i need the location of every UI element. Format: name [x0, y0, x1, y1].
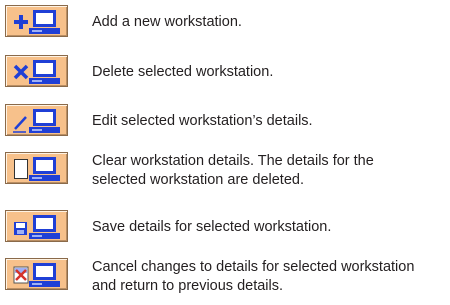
delete-workstation-button[interactable] — [5, 55, 68, 87]
description-line: Cancel changes to details for selected w… — [92, 259, 415, 275]
save-workstation-button[interactable] — [5, 210, 68, 242]
item-description: Edit selected workstation’s details. — [92, 112, 313, 131]
cancel-workstation-icon — [13, 263, 60, 287]
description-line: selected workstation are deleted. — [92, 172, 304, 188]
item-description: Save details for selected workstation. — [92, 218, 331, 237]
cancel-workstation-button[interactable] — [5, 258, 68, 290]
description-line: Delete selected workstation. — [92, 64, 274, 80]
description-line: Save details for selected workstation. — [92, 219, 332, 235]
save-workstation-icon — [14, 215, 60, 239]
clear-workstation-button[interactable] — [5, 152, 68, 184]
add-workstation-icon — [14, 10, 60, 34]
add-workstation-button[interactable] — [5, 5, 68, 37]
item-description: Add a new workstation. — [92, 13, 242, 32]
description-line: Add a new workstation. — [92, 14, 242, 30]
description-line: and return to previous details. — [92, 278, 284, 294]
delete-workstation-icon — [13, 60, 60, 84]
item-description: Delete selected workstation. — [92, 63, 273, 82]
edit-workstation-icon — [13, 109, 60, 133]
description-line: Clear workstation details. The details f… — [92, 153, 374, 169]
item-description: Clear workstation details. The details f… — [92, 152, 374, 190]
item-description: Cancel changes to details for selected w… — [92, 258, 414, 296]
description-line: Edit selected workstation’s details. — [92, 113, 313, 129]
clear-workstation-icon — [14, 157, 60, 181]
edit-workstation-button[interactable] — [5, 104, 68, 136]
